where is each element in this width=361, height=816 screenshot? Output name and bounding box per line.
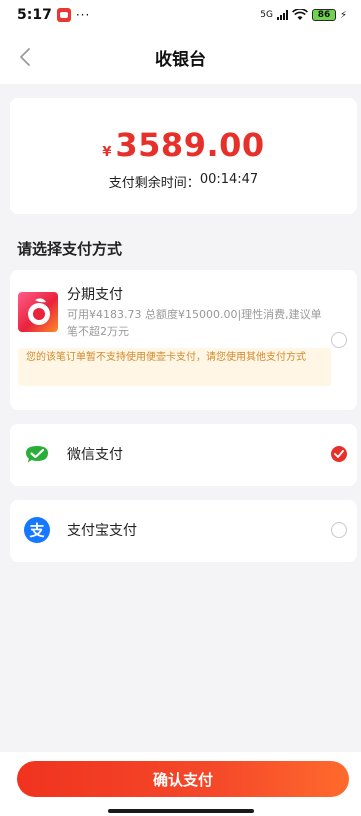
status-time: 5:17 [17,7,52,23]
section-title: 请选择支付方式 [17,240,123,258]
confirm-payment-button[interactable]: 确认支付 [17,761,349,797]
installment-name: 分期支付 [67,287,123,303]
payment-method-installment[interactable]: 分期支付 可用¥4183.73 总额度¥15000.00|理性消费,建议单笔不超… [10,270,357,410]
home-indicator [108,809,254,813]
countdown-label: 支付剩余时间： [108,176,200,191]
bottom-bar: 确认支付 [0,752,361,816]
status-bar: 5:17 ··· 5G 86 ⚡ [0,0,361,30]
alipay-icon: 支 [23,516,53,546]
payment-method-alipay[interactable]: 支 支付宝支付 [10,500,357,562]
status-left: 5:17 ··· [17,7,90,23]
alipay-label: 支付宝支付 [67,523,137,539]
more-notifications-icon: ··· [75,8,91,22]
back-button[interactable] [10,42,40,72]
battery-icon: 86 [311,9,336,21]
installment-radio[interactable] [331,332,347,348]
payment-amount: 3589.00 [115,126,265,164]
currency-symbol: ¥ [102,145,112,160]
countdown-row: 支付剩余时间： 00:14:47 [10,172,357,191]
signal-icon [276,10,288,20]
network-type: 5G [260,10,273,20]
svg-text:支: 支 [28,522,45,540]
alipay-radio[interactable] [331,522,347,538]
wechat-pay-label: 微信支付 [67,447,123,463]
amount-row: ¥ 3589.00 [10,126,357,164]
payment-method-wechat[interactable]: 微信支付 [10,424,357,486]
nav-bar: 收银台 [0,30,361,84]
checkmark-icon [334,450,344,458]
status-right: 5G 86 ⚡ [260,9,347,21]
wechat-pay-icon [23,441,53,471]
countdown-value: 00:14:47 [199,172,259,187]
wifi-icon [292,9,308,20]
wechat-radio-checked[interactable] [331,446,347,462]
installment-credit-info: 可用¥4183.73 总额度¥15000.00|理性消费,建议单笔不超2万元 [67,308,322,338]
charging-icon: ⚡ [339,9,347,21]
amount-card: ¥ 3589.00 支付剩余时间： 00:14:47 [10,98,357,214]
app-notification-icon [56,8,71,22]
installment-app-icon [18,292,58,332]
installment-unavailable-notice: 您的该笔订单暂不支持使用便壶卡支付，请您使用其他支付方式 [18,348,331,386]
chevron-left-icon [20,48,30,66]
page-title: 收银台 [155,49,206,70]
